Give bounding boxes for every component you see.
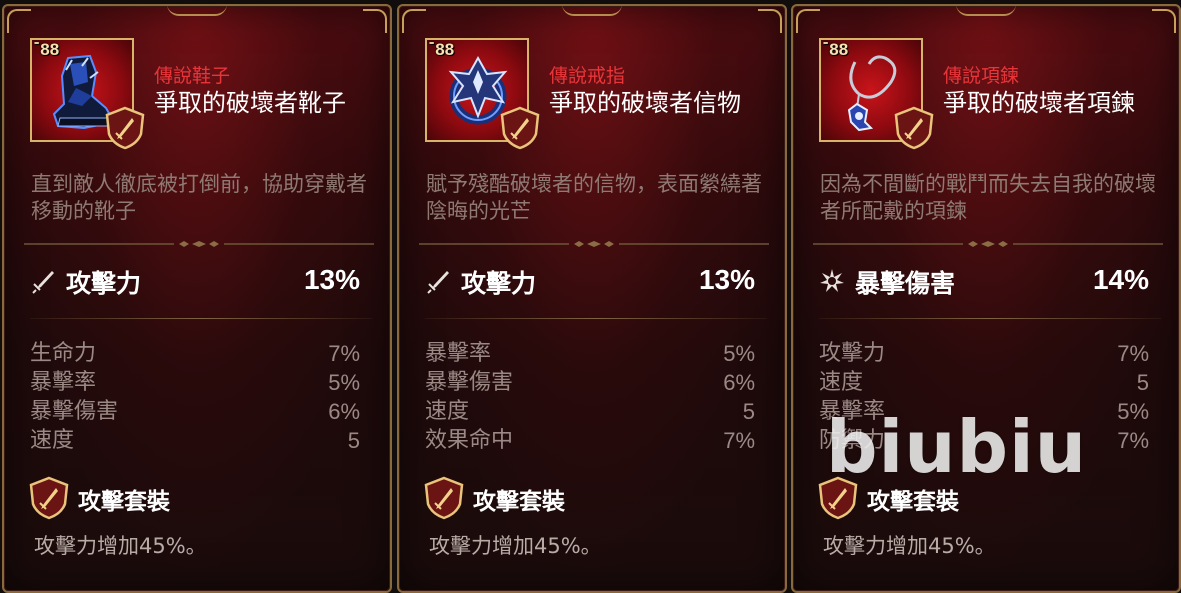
- sword-icon: [32, 271, 54, 294]
- sub-stat-row: 暴擊傷害 6%: [30, 397, 360, 426]
- sub-stat-value: 7%: [1117, 341, 1149, 366]
- main-stat-value: 13%: [698, 264, 755, 295]
- frame-corner: [7, 9, 31, 33]
- main-stat-value: 13%: [303, 264, 360, 295]
- sub-stat-row: 暴擊傷害 6%: [425, 368, 755, 397]
- sub-stat-label: 暴擊率: [30, 370, 97, 395]
- sub-stat-value: 7%: [1117, 428, 1149, 453]
- item-rarity: 傳說鞋子: [154, 65, 231, 87]
- sub-stats-list: 暴擊率 5% 暴擊傷害 6% 速度 5 效果命中 7%: [425, 339, 755, 455]
- set-name: 攻擊套裝: [473, 489, 565, 515]
- item-rarity: 傳說項鍊: [943, 65, 1020, 87]
- crit-burst-icon: [820, 269, 844, 292]
- set-name: 攻擊套裝: [78, 489, 170, 515]
- sub-stat-value: 5%: [723, 341, 755, 366]
- attack-set-icon: [29, 476, 69, 520]
- section-divider: [419, 241, 769, 247]
- item-name: 爭取的破壞者項鍊: [943, 89, 1135, 117]
- equipment-compare-screen: ⁼88 傳說鞋子 爭取的破壞者靴子 直到敵人徹底被打倒前，協助穿戴者移動的靴子: [0, 0, 1181, 593]
- set-bonus: 攻擊套裝: [28, 476, 368, 520]
- sub-stat-row: 速度 5: [819, 368, 1149, 397]
- main-stat-value: 14%: [1092, 264, 1149, 295]
- item-name: 爭取的破壞者靴子: [154, 89, 346, 117]
- sub-stat-label: 攻擊力: [819, 341, 886, 366]
- sub-stat-value: 6%: [723, 370, 755, 395]
- main-stat-label: 攻擊力: [66, 269, 142, 298]
- set-effect: 攻擊力增加45%。: [34, 534, 207, 558]
- sub-stat-label: 防禦力: [819, 428, 886, 453]
- frame-corner: [758, 9, 782, 33]
- section-divider: [813, 241, 1163, 247]
- sub-stats-list: 攻擊力 7% 速度 5 暴擊率 5% 防禦力 7%: [819, 339, 1149, 455]
- sub-stat-row: 暴擊率 5%: [425, 339, 755, 368]
- sub-stat-row: 防禦力 7%: [819, 426, 1149, 455]
- frame-ornament: [956, 6, 1016, 16]
- item-description: 因為不間斷的戰鬥而失去自我的破壞者所配戴的項鍊: [820, 172, 1156, 223]
- main-stat: 攻擊力 13%: [30, 264, 360, 298]
- set-bonus: 攻擊套裝: [817, 476, 1157, 520]
- main-stat-label: 暴擊傷害: [855, 269, 956, 298]
- sub-stat-row: 速度 5: [30, 426, 360, 455]
- frame-ornament: [562, 6, 622, 16]
- sword-icon: [427, 271, 449, 294]
- sub-stat-value: 5%: [1117, 399, 1149, 424]
- attack-set-icon: [424, 476, 464, 520]
- stat-divider: [425, 318, 767, 319]
- sub-stat-label: 效果命中: [425, 428, 514, 453]
- main-stat: 攻擊力 13%: [425, 264, 755, 298]
- item-rarity: 傳說戒指: [549, 65, 626, 87]
- sub-stat-label: 暴擊率: [425, 341, 492, 366]
- sub-stat-value: 7%: [723, 428, 755, 453]
- sub-stats-list: 生命力 7% 暴擊率 5% 暴擊傷害 6% 速度 5: [30, 339, 360, 455]
- sub-stat-label: 暴擊率: [819, 399, 886, 424]
- stat-divider: [30, 318, 372, 319]
- sub-stat-value: 5: [742, 399, 755, 424]
- section-divider: [24, 241, 374, 247]
- main-stat-label: 攻擊力: [461, 269, 537, 298]
- set-name: 攻擊套裝: [867, 489, 959, 515]
- item-card-ring[interactable]: ⁼88 傳說戒指 爭取的破壞者信物 賦予殘酷破壞者的信物，表面縈繞著陰晦的光芒: [397, 4, 787, 593]
- sub-stat-label: 速度: [30, 428, 75, 453]
- item-card-boots[interactable]: ⁼88 傳說鞋子 爭取的破壞者靴子 直到敵人徹底被打倒前，協助穿戴者移動的靴子: [2, 4, 392, 593]
- sub-stat-value: 7%: [328, 341, 360, 366]
- sub-stat-value: 5%: [328, 370, 360, 395]
- set-effect: 攻擊力增加45%。: [823, 534, 996, 558]
- stat-divider: [819, 318, 1161, 319]
- sub-stat-label: 暴擊傷害: [425, 370, 514, 395]
- sub-stat-label: 速度: [425, 399, 470, 424]
- item-name: 爭取的破壞者信物: [549, 89, 741, 117]
- item-description: 直到敵人徹底被打倒前，協助穿戴者移動的靴子: [31, 172, 367, 223]
- item-description: 賦予殘酷破壞者的信物，表面縈繞著陰晦的光芒: [426, 172, 762, 223]
- attack-set-icon: [818, 476, 858, 520]
- sub-stat-row: 速度 5: [425, 397, 755, 426]
- frame-corner: [796, 9, 820, 33]
- sub-stat-row: 暴擊率 5%: [819, 397, 1149, 426]
- attack-set-icon: [894, 106, 934, 150]
- sub-stat-value: 5: [1136, 370, 1149, 395]
- sub-stat-row: 攻擊力 7%: [819, 339, 1149, 368]
- sub-stat-row: 效果命中 7%: [425, 426, 755, 455]
- set-effect: 攻擊力增加45%。: [429, 534, 602, 558]
- sub-stat-row: 暴擊率 5%: [30, 368, 360, 397]
- frame-corner: [402, 9, 426, 33]
- frame-ornament: [167, 6, 227, 16]
- sub-stat-value: 6%: [328, 399, 360, 424]
- sub-stat-label: 生命力: [30, 341, 97, 366]
- set-bonus: 攻擊套裝: [423, 476, 763, 520]
- attack-set-icon: [105, 106, 145, 150]
- frame-corner: [1152, 9, 1176, 33]
- sub-stat-row: 生命力 7%: [30, 339, 360, 368]
- frame-corner: [363, 9, 387, 33]
- sub-stat-label: 速度: [819, 370, 864, 395]
- main-stat: 暴擊傷害 14%: [819, 264, 1149, 298]
- attack-set-icon: [500, 106, 540, 150]
- sub-stat-value: 5: [347, 428, 360, 453]
- sub-stat-label: 暴擊傷害: [30, 399, 119, 424]
- item-card-necklace[interactable]: ⁼88 傳說項鍊 爭取的破壞者項鍊 因為不間斷的戰鬥而失去自我的破壞者所配戴的項…: [791, 4, 1181, 593]
